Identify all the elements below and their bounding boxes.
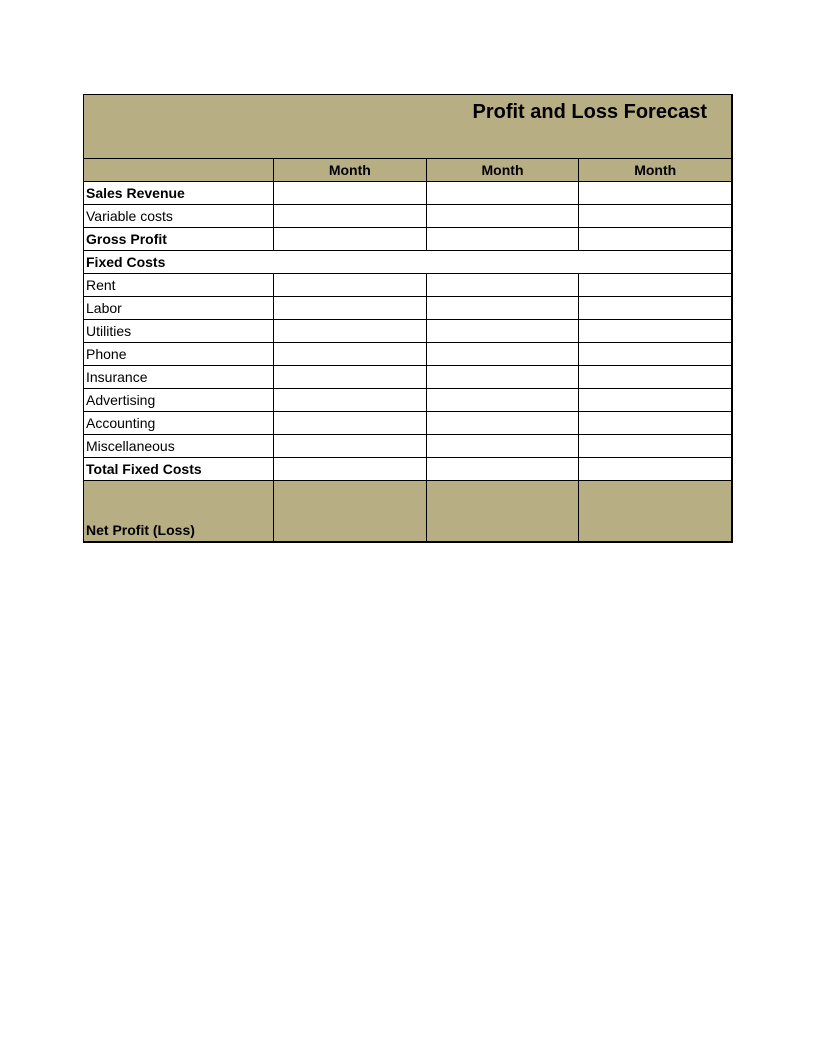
- cell-variable-costs-2[interactable]: [427, 205, 580, 227]
- label-accounting: Accounting: [84, 412, 274, 434]
- cell-miscellaneous-2[interactable]: [427, 435, 580, 457]
- cell-utilities-3[interactable]: [579, 320, 731, 342]
- cell-accounting-3[interactable]: [579, 412, 731, 434]
- row-labor: Labor: [84, 297, 731, 320]
- cell-total-fixed-costs-1[interactable]: [274, 458, 427, 480]
- header-month-3: Month: [579, 159, 731, 181]
- label-variable-costs: Variable costs: [84, 205, 274, 227]
- header-month-2: Month: [427, 159, 580, 181]
- row-miscellaneous: Miscellaneous: [84, 435, 731, 458]
- profit-loss-table: Profit and Loss Forecast Month Month Mon…: [83, 94, 733, 543]
- label-sales-revenue: Sales Revenue: [84, 182, 274, 204]
- cell-labor-1[interactable]: [274, 297, 427, 319]
- cell-accounting-2[interactable]: [427, 412, 580, 434]
- row-gross-profit: Gross Profit: [84, 228, 731, 251]
- cell-phone-1[interactable]: [274, 343, 427, 365]
- cell-utilities-1[interactable]: [274, 320, 427, 342]
- cell-rent-3[interactable]: [579, 274, 731, 296]
- cell-total-fixed-costs-2[interactable]: [427, 458, 580, 480]
- cell-advertising-3[interactable]: [579, 389, 731, 411]
- header-label: [84, 159, 274, 181]
- cell-gross-profit-1[interactable]: [274, 228, 427, 250]
- row-variable-costs: Variable costs: [84, 205, 731, 228]
- label-utilities: Utilities: [84, 320, 274, 342]
- label-advertising: Advertising: [84, 389, 274, 411]
- cell-miscellaneous-1[interactable]: [274, 435, 427, 457]
- cell-advertising-1[interactable]: [274, 389, 427, 411]
- cell-net-profit-loss-2[interactable]: [427, 481, 580, 541]
- cell-phone-3[interactable]: [579, 343, 731, 365]
- cell-labor-3[interactable]: [579, 297, 731, 319]
- cell-advertising-2[interactable]: [427, 389, 580, 411]
- label-phone: Phone: [84, 343, 274, 365]
- row-insurance: Insurance: [84, 366, 731, 389]
- label-net-profit-loss: Net Profit (Loss): [84, 481, 274, 541]
- row-net-profit-loss: Net Profit (Loss): [84, 481, 731, 541]
- cell-sales-revenue-3[interactable]: [579, 182, 731, 204]
- cell-phone-2[interactable]: [427, 343, 580, 365]
- row-fixed-costs-header: Fixed Costs: [84, 251, 731, 274]
- header-month-1: Month: [274, 159, 427, 181]
- row-rent: Rent: [84, 274, 731, 297]
- cell-rent-2[interactable]: [427, 274, 580, 296]
- sheet-title: Profit and Loss Forecast: [473, 101, 708, 124]
- cell-miscellaneous-3[interactable]: [579, 435, 731, 457]
- cell-variable-costs-3[interactable]: [579, 205, 731, 227]
- cell-utilities-2[interactable]: [427, 320, 580, 342]
- row-total-fixed-costs: Total Fixed Costs: [84, 458, 731, 481]
- label-fixed-costs-header: Fixed Costs: [84, 251, 731, 273]
- row-phone: Phone: [84, 343, 731, 366]
- cell-insurance-3[interactable]: [579, 366, 731, 388]
- row-accounting: Accounting: [84, 412, 731, 435]
- cell-variable-costs-1[interactable]: [274, 205, 427, 227]
- cell-gross-profit-2[interactable]: [427, 228, 580, 250]
- label-labor: Labor: [84, 297, 274, 319]
- cell-insurance-2[interactable]: [427, 366, 580, 388]
- label-insurance: Insurance: [84, 366, 274, 388]
- cell-total-fixed-costs-3[interactable]: [579, 458, 731, 480]
- cell-gross-profit-3[interactable]: [579, 228, 731, 250]
- row-advertising: Advertising: [84, 389, 731, 412]
- cell-net-profit-loss-1[interactable]: [274, 481, 427, 541]
- cell-net-profit-loss-3[interactable]: [579, 481, 731, 541]
- label-gross-profit: Gross Profit: [84, 228, 274, 250]
- row-sales-revenue: Sales Revenue: [84, 182, 731, 205]
- cell-sales-revenue-1[interactable]: [274, 182, 427, 204]
- cell-rent-1[interactable]: [274, 274, 427, 296]
- column-header-row: Month Month Month: [84, 159, 731, 182]
- row-utilities: Utilities: [84, 320, 731, 343]
- cell-accounting-1[interactable]: [274, 412, 427, 434]
- cell-insurance-1[interactable]: [274, 366, 427, 388]
- title-row: Profit and Loss Forecast: [84, 95, 731, 159]
- label-rent: Rent: [84, 274, 274, 296]
- cell-sales-revenue-2[interactable]: [427, 182, 580, 204]
- label-miscellaneous: Miscellaneous: [84, 435, 274, 457]
- label-total-fixed-costs: Total Fixed Costs: [84, 458, 274, 480]
- cell-labor-2[interactable]: [427, 297, 580, 319]
